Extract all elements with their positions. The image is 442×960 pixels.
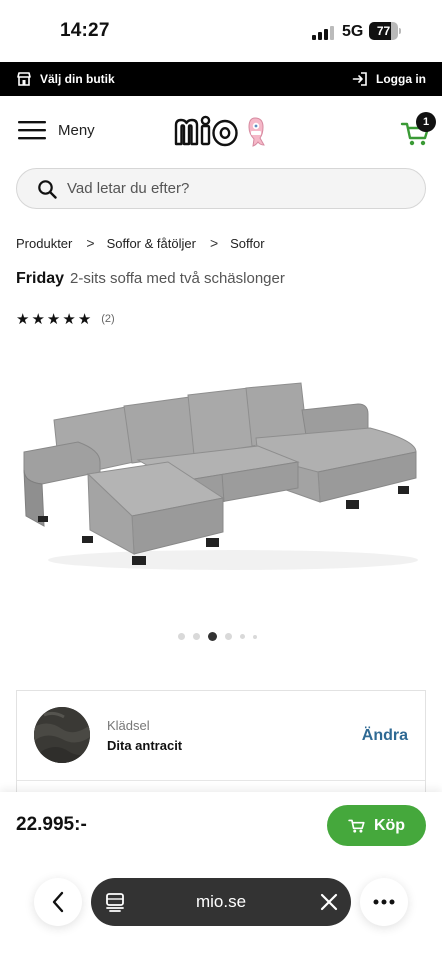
browser-more-button[interactable]: [360, 878, 408, 926]
more-icon: [373, 899, 395, 905]
fabric-row[interactable]: Klädsel Dita antracit Ändra: [17, 691, 425, 781]
browser-back-button[interactable]: [34, 878, 82, 926]
store-icon: [17, 72, 31, 86]
cart-icon: [348, 819, 365, 833]
page: 14:27 5G 77 Välj din butik Logga in Meny…: [0, 0, 442, 960]
login-label: Logga in: [376, 72, 426, 86]
product-title: Friday 2-sits soffa med två schäslonger: [16, 270, 285, 288]
chevron-left-icon: [52, 891, 64, 913]
menu-label: Meny: [58, 121, 95, 139]
star-icon: ★: [62, 311, 76, 328]
browser-bar: mio.se: [0, 862, 442, 960]
address-bar[interactable]: mio.se: [91, 878, 351, 926]
buy-button[interactable]: Köp: [327, 805, 426, 846]
menu-button[interactable]: Meny: [18, 120, 95, 140]
site-header: Meny: [0, 96, 442, 168]
close-icon[interactable]: [319, 892, 339, 912]
top-bar: Välj din butik Logga in: [0, 62, 442, 96]
breadcrumb-item-soffor-fatoljer[interactable]: Soffor & fåtöljer: [107, 236, 196, 251]
buy-label: Köp: [373, 816, 406, 834]
star-icon: ★: [77, 311, 92, 328]
star-icon: ★: [31, 311, 45, 328]
login-link[interactable]: Logga in: [352, 62, 426, 96]
carousel-dot[interactable]: [178, 633, 185, 640]
image-carousel-dots[interactable]: [178, 632, 257, 641]
product-price: 22.995:-: [16, 814, 87, 835]
carousel-dot[interactable]: [240, 634, 245, 639]
choose-store-link[interactable]: Välj din butik: [16, 62, 115, 96]
network-label: 5G: [342, 23, 364, 40]
purchase-bar: 22.995:- Köp: [0, 792, 442, 862]
search-icon: [38, 179, 57, 199]
cart-count-badge: 1: [416, 112, 436, 132]
search-input[interactable]: [67, 180, 387, 197]
review-count: (2): [101, 313, 115, 325]
star-icon: ★: [16, 311, 30, 328]
carousel-dot[interactable]: [193, 633, 200, 640]
product-rating[interactable]: ★ ★ ★ ★ ★ (2): [16, 310, 115, 328]
breadcrumb-item-soffor[interactable]: Soffor: [230, 236, 264, 251]
battery-level: 77: [376, 24, 391, 38]
choose-store-label: Välj din butik: [40, 72, 115, 86]
status-bar: 14:27 5G 77: [0, 0, 442, 62]
breadcrumb-separator: >: [86, 235, 95, 251]
breadcrumb: Produkter > Soffor & fåtöljer > Soffor: [16, 235, 265, 251]
product-description: 2-sits soffa med två schäslonger: [70, 270, 285, 287]
search-bar[interactable]: [16, 168, 426, 209]
product-name: Friday: [16, 270, 65, 287]
status-time: 14:27: [60, 20, 110, 41]
login-icon: [352, 72, 367, 86]
fabric-label: Klädsel: [107, 718, 150, 733]
battery-icon: 77: [369, 22, 401, 40]
carousel-dot-active[interactable]: [208, 632, 217, 641]
hamburger-icon: [18, 121, 46, 140]
sofa-image[interactable]: [18, 370, 424, 580]
change-fabric-button[interactable]: Ändra: [362, 727, 408, 745]
fabric-swatch: [34, 707, 90, 763]
signal-icon: [312, 26, 334, 40]
fabric-value: Dita antracit: [107, 738, 183, 753]
carousel-dot[interactable]: [225, 633, 232, 640]
carousel-dot[interactable]: [253, 634, 257, 639]
url-text: mio.se: [195, 892, 247, 911]
star-icon: ★: [46, 311, 61, 328]
breadcrumb-item-produkter[interactable]: Produkter: [16, 236, 72, 251]
breadcrumb-separator: >: [209, 235, 219, 251]
mio-logo[interactable]: [173, 112, 273, 152]
